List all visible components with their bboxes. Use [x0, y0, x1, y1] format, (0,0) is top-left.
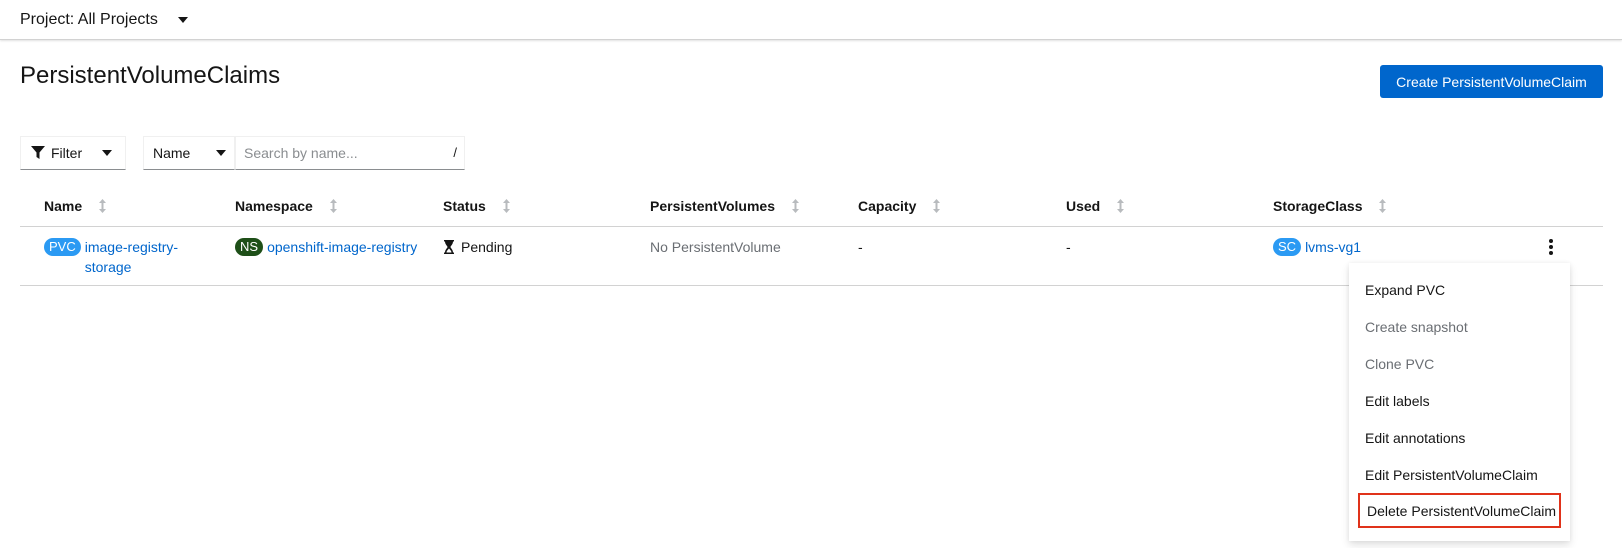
- kebab-dot: [1549, 245, 1553, 249]
- column-label: Capacity: [858, 198, 917, 214]
- row-actions-menu: Expand PVC Create snapshot Clone PVC Edi…: [1349, 263, 1570, 541]
- pvc-name-line2: storage: [84, 259, 132, 275]
- pvc-name-line1: image-registry-: [84, 239, 179, 255]
- project-selector[interactable]: Project: All Projects: [20, 8, 188, 32]
- hourglass-icon: [444, 240, 454, 254]
- menu-item-clone-pvc: Clone PVC: [1365, 355, 1435, 372]
- sort-icon: [99, 199, 107, 213]
- column-header-capacity[interactable]: Capacity: [858, 198, 941, 214]
- project-selector-label: Project: All Projects: [20, 11, 158, 28]
- filter-dropdown[interactable]: Filter: [20, 136, 126, 170]
- column-header-persistentvolumes[interactable]: PersistentVolumes: [650, 198, 800, 214]
- column-label: Status: [443, 198, 486, 214]
- top-bar: Project: All Projects: [0, 0, 1622, 40]
- pvc-badge: PVC: [44, 238, 81, 256]
- pvc-name-link[interactable]: image-registry-storage: [85, 237, 178, 277]
- menu-item-edit-annotations[interactable]: Edit annotations: [1349, 419, 1570, 456]
- kebab-dot: [1549, 251, 1553, 255]
- kebab-dot: [1549, 239, 1553, 243]
- cell-persistentvolume: No PersistentVolume: [650, 239, 781, 255]
- cell-status: Pending: [443, 237, 512, 257]
- sc-badge: SC: [1273, 238, 1302, 256]
- filter-dropdown-label: Filter: [51, 145, 83, 161]
- cell-used: -: [1066, 239, 1071, 255]
- caret-down-icon: [216, 150, 227, 156]
- page-title: PersistentVolumeClaims: [20, 62, 281, 89]
- search-shortcut-hint: /: [453, 145, 457, 160]
- menu-item-edit-pvc[interactable]: Edit PersistentVolumeClaim: [1349, 456, 1570, 493]
- name-filter-label: Name: [153, 145, 191, 161]
- sort-icon: [1379, 199, 1387, 213]
- menu-item-edit-labels[interactable]: Edit labels: [1349, 382, 1570, 419]
- name-filter-dropdown[interactable]: Name: [143, 136, 235, 170]
- sort-icon: [933, 199, 941, 213]
- column-label: StorageClass: [1273, 198, 1363, 214]
- column-label: Used: [1066, 198, 1101, 214]
- sort-icon: [1117, 199, 1125, 213]
- cell-namespace: NS openshift-image-registry: [235, 237, 417, 257]
- menu-item-expand-pvc[interactable]: Expand PVC: [1349, 271, 1570, 308]
- cell-capacity: -: [858, 239, 863, 255]
- ns-badge: NS: [235, 238, 264, 256]
- table-header: Name Namespace Status PersistentVolumes …: [20, 186, 1603, 227]
- namespace-link[interactable]: openshift-image-registry: [267, 239, 417, 255]
- column-label: PersistentVolumes: [650, 198, 776, 214]
- sort-icon: [792, 199, 800, 213]
- search-input[interactable]: [236, 144, 431, 162]
- column-label: Namespace: [235, 198, 313, 214]
- column-header-storageclass[interactable]: StorageClass: [1273, 198, 1387, 214]
- sort-icon: [329, 199, 337, 213]
- cell-storageclass: SC lvms-vg1: [1273, 237, 1361, 257]
- search-box: /: [235, 136, 465, 170]
- column-header-name[interactable]: Name: [44, 198, 107, 214]
- status-text: Pending: [461, 239, 513, 255]
- filter-icon: [31, 146, 45, 159]
- column-header-used[interactable]: Used: [1066, 198, 1125, 214]
- storageclass-link[interactable]: lvms-vg1: [1305, 239, 1361, 255]
- caret-down-icon: [177, 17, 188, 23]
- column-label: Name: [44, 198, 83, 214]
- create-pvc-button[interactable]: Create PersistentVolumeClaim: [1380, 65, 1603, 98]
- column-header-status[interactable]: Status: [443, 198, 511, 214]
- cell-name: PVC image-registry-storage: [44, 237, 214, 277]
- caret-down-icon: [102, 150, 113, 156]
- sort-icon: [502, 199, 510, 213]
- menu-item-create-snapshot: Create snapshot: [1365, 318, 1468, 335]
- row-actions-kebab-icon[interactable]: [1541, 235, 1561, 259]
- column-header-namespace[interactable]: Namespace: [235, 198, 338, 214]
- menu-item-delete-pvc[interactable]: Delete PersistentVolumeClaim: [1358, 493, 1561, 528]
